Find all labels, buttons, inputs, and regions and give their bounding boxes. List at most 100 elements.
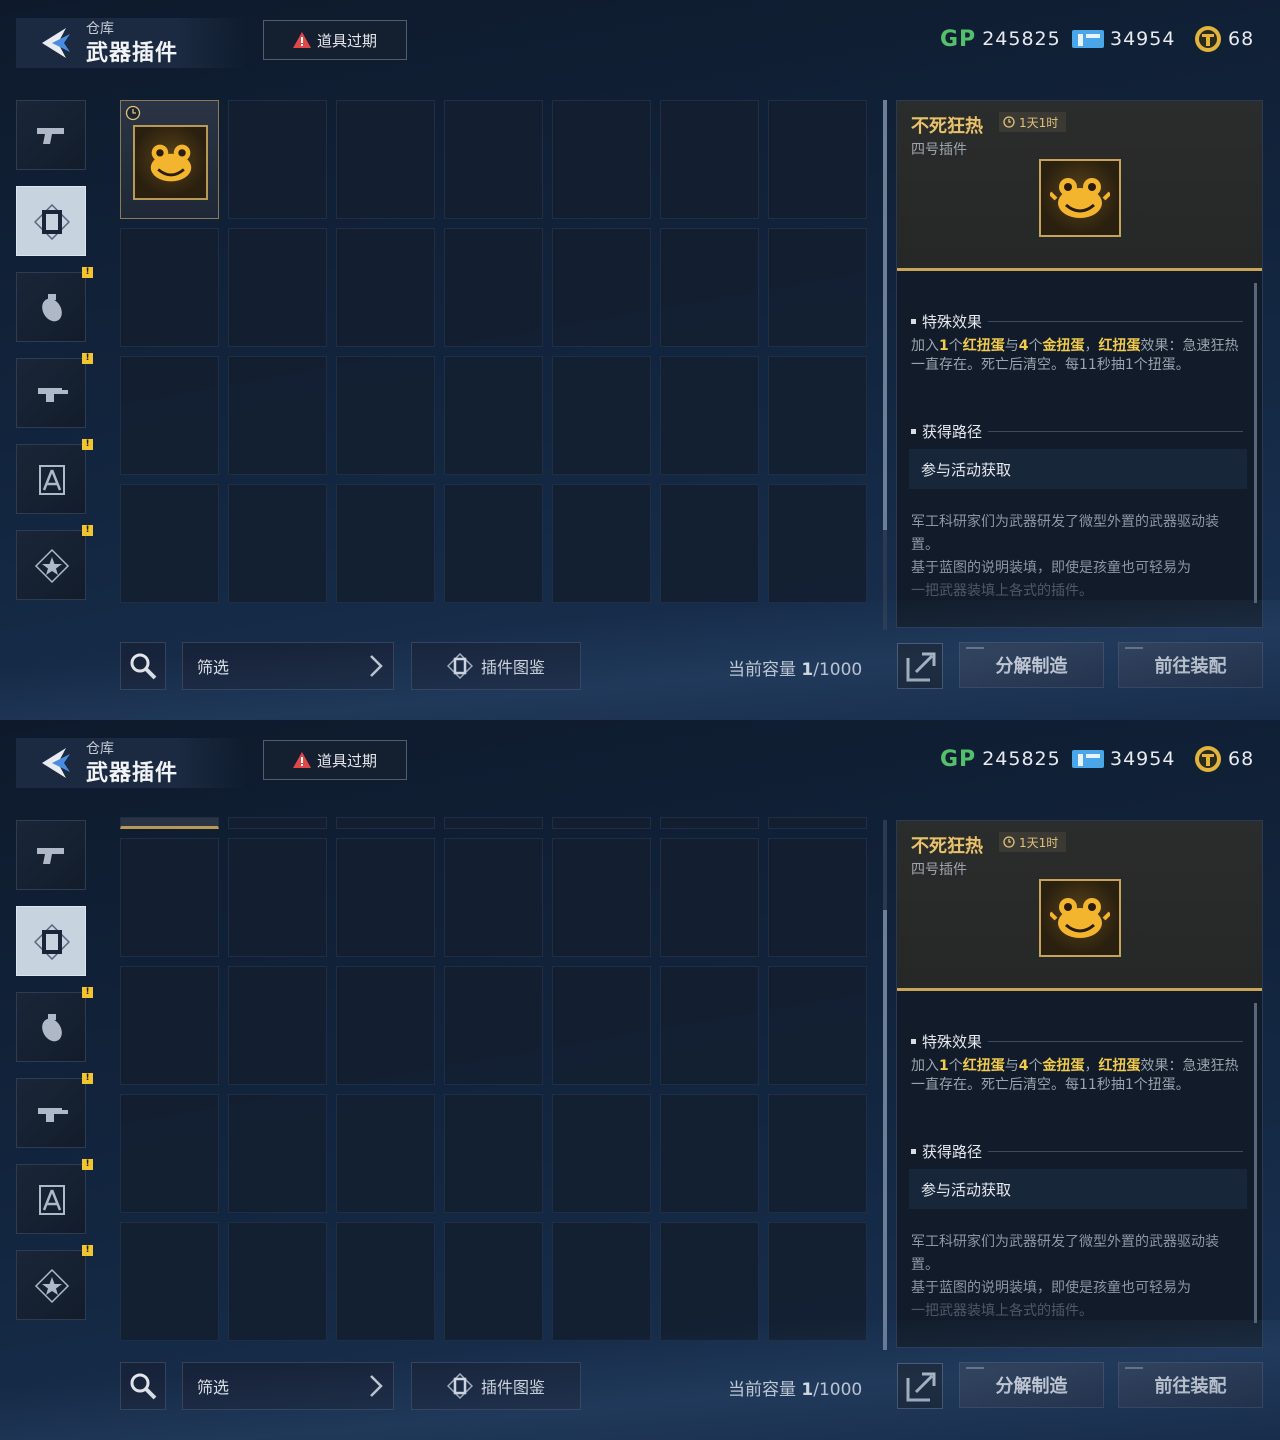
share-button[interactable] (897, 643, 943, 689)
inventory-slot[interactable] (336, 1222, 435, 1341)
sidebar-tab-weapon-mod[interactable]: ! (16, 353, 93, 428)
inventory-slot[interactable] (768, 1094, 867, 1213)
inventory-slot[interactable] (120, 228, 219, 347)
inventory-slot[interactable] (336, 356, 435, 475)
share-button[interactable] (897, 1363, 943, 1409)
sidebar-tab-pistol[interactable] (16, 820, 86, 890)
inventory-slot[interactable] (120, 1222, 219, 1341)
inventory-slot[interactable] (444, 100, 543, 219)
plugin-catalog-button[interactable]: 插件图鉴 (411, 1362, 581, 1410)
inventory-slot-partial[interactable] (768, 817, 867, 829)
inventory-slot[interactable] (552, 966, 651, 1085)
inventory-slot[interactable] (768, 966, 867, 1085)
inventory-slot[interactable] (228, 966, 327, 1085)
back-button[interactable]: 仓库 武器插件 (16, 18, 246, 68)
inventory-slot[interactable] (228, 838, 327, 957)
inventory-slot[interactable] (444, 838, 543, 957)
detail-scrollbar[interactable] (1254, 1003, 1257, 1323)
inventory-slot[interactable] (336, 228, 435, 347)
sidebar-tab-star-badge[interactable]: ! (16, 1245, 93, 1320)
inventory-slot-partial[interactable] (336, 817, 435, 829)
inventory-slot[interactable] (552, 228, 651, 347)
expired-items-button[interactable]: 道具过期 (263, 20, 407, 60)
inventory-slot[interactable] (120, 1094, 219, 1213)
sidebar-tab-plugin[interactable] (16, 906, 86, 976)
back-arrow-icon (42, 748, 70, 778)
inventory-slot-partial[interactable] (228, 817, 327, 829)
inventory-slot[interactable] (120, 484, 219, 603)
inventory-slot[interactable] (444, 1222, 543, 1341)
inventory-slot[interactable] (768, 838, 867, 957)
equip-button[interactable]: 前往装配 (1118, 642, 1263, 688)
inventory-slot[interactable] (552, 1222, 651, 1341)
equip-button[interactable]: 前往装配 (1118, 1362, 1263, 1408)
search-button[interactable] (120, 1362, 166, 1410)
inventory-slot[interactable] (228, 1222, 327, 1341)
inventory-slot[interactable] (444, 484, 543, 603)
grid-scrollbar-thumb[interactable] (883, 910, 887, 1350)
inventory-slot[interactable] (660, 1094, 759, 1213)
inventory-slot[interactable] (552, 838, 651, 957)
sidebar-tab-grenade[interactable]: ! (16, 987, 93, 1062)
pistol-icon (37, 128, 64, 144)
inventory-slot[interactable] (336, 838, 435, 957)
sidebar-tab-blueprint[interactable]: ! (16, 1159, 93, 1234)
inventory-slot-partial[interactable] (120, 817, 219, 829)
inventory-slot[interactable] (552, 1094, 651, 1213)
inventory-slot[interactable] (120, 356, 219, 475)
inventory-slot[interactable] (120, 838, 219, 957)
inventory-slot[interactable] (120, 966, 219, 1085)
inventory-slot[interactable] (552, 356, 651, 475)
inventory-slot[interactable] (228, 484, 327, 603)
filter-button[interactable]: 筛选 (182, 1362, 394, 1410)
filter-button[interactable]: 筛选 (182, 642, 394, 690)
plugin-icon (446, 653, 473, 679)
inventory-slot[interactable] (228, 1094, 327, 1213)
inventory-slot[interactable] (336, 1094, 435, 1213)
inventory-slot[interactable] (336, 484, 435, 603)
sidebar-tab-pistol[interactable] (16, 100, 86, 170)
inventory-slot[interactable] (552, 100, 651, 219)
inventory-slot[interactable] (660, 1222, 759, 1341)
sidebar-tab-plugin[interactable] (16, 186, 86, 256)
sidebar-tab-grenade[interactable]: ! (16, 267, 93, 342)
inventory-slot[interactable] (444, 1094, 543, 1213)
inventory-slot-partial[interactable] (660, 817, 759, 829)
sidebar-tab-blueprint[interactable]: ! (16, 439, 93, 514)
inventory-slot-partial[interactable] (444, 817, 543, 829)
clock-icon (125, 105, 141, 121)
inventory-slot[interactable] (660, 100, 759, 219)
inventory-slot[interactable] (768, 356, 867, 475)
inventory-slot[interactable] (660, 838, 759, 957)
inventory-slot[interactable] (228, 228, 327, 347)
inventory-slot[interactable] (336, 966, 435, 1085)
inventory-slot-partial[interactable] (552, 817, 651, 829)
inventory-slot[interactable] (768, 484, 867, 603)
inventory-slot[interactable] (660, 966, 759, 1085)
detail-scrollbar[interactable] (1254, 283, 1257, 603)
inventory-slot[interactable] (444, 356, 543, 475)
inventory-slot[interactable] (228, 100, 327, 219)
inventory-slot[interactable] (444, 966, 543, 1085)
inventory-slot[interactable] (768, 228, 867, 347)
inventory-slot[interactable] (228, 356, 327, 475)
decompose-button[interactable]: 分解制造 (959, 642, 1104, 688)
sidebar-tab-weapon-mod[interactable]: ! (16, 1073, 93, 1148)
back-button[interactable]: 仓库 武器插件 (16, 738, 246, 788)
inventory-slot[interactable] (552, 484, 651, 603)
inventory-slot-item[interactable] (120, 100, 219, 219)
inventory-slot[interactable] (660, 484, 759, 603)
plugin-catalog-button[interactable]: 插件图鉴 (411, 642, 581, 690)
sidebar-tab-star-badge[interactable]: ! (16, 525, 93, 600)
grid-scrollbar-thumb[interactable] (883, 100, 887, 530)
decompose-button[interactable]: 分解制造 (959, 1362, 1104, 1408)
inventory-slot[interactable] (444, 228, 543, 347)
search-button[interactable] (120, 642, 166, 690)
inventory-slot[interactable] (768, 1222, 867, 1341)
inventory-slot[interactable] (336, 100, 435, 219)
item-detail-panel: 不死狂热 1天1时 四号插件 特殊效果 加入1个红扭蛋与4个金扭蛋，红扭蛋效果：… (896, 100, 1263, 628)
inventory-slot[interactable] (660, 228, 759, 347)
expired-items-button[interactable]: 道具过期 (263, 740, 407, 780)
inventory-slot[interactable] (768, 100, 867, 219)
inventory-slot[interactable] (660, 356, 759, 475)
